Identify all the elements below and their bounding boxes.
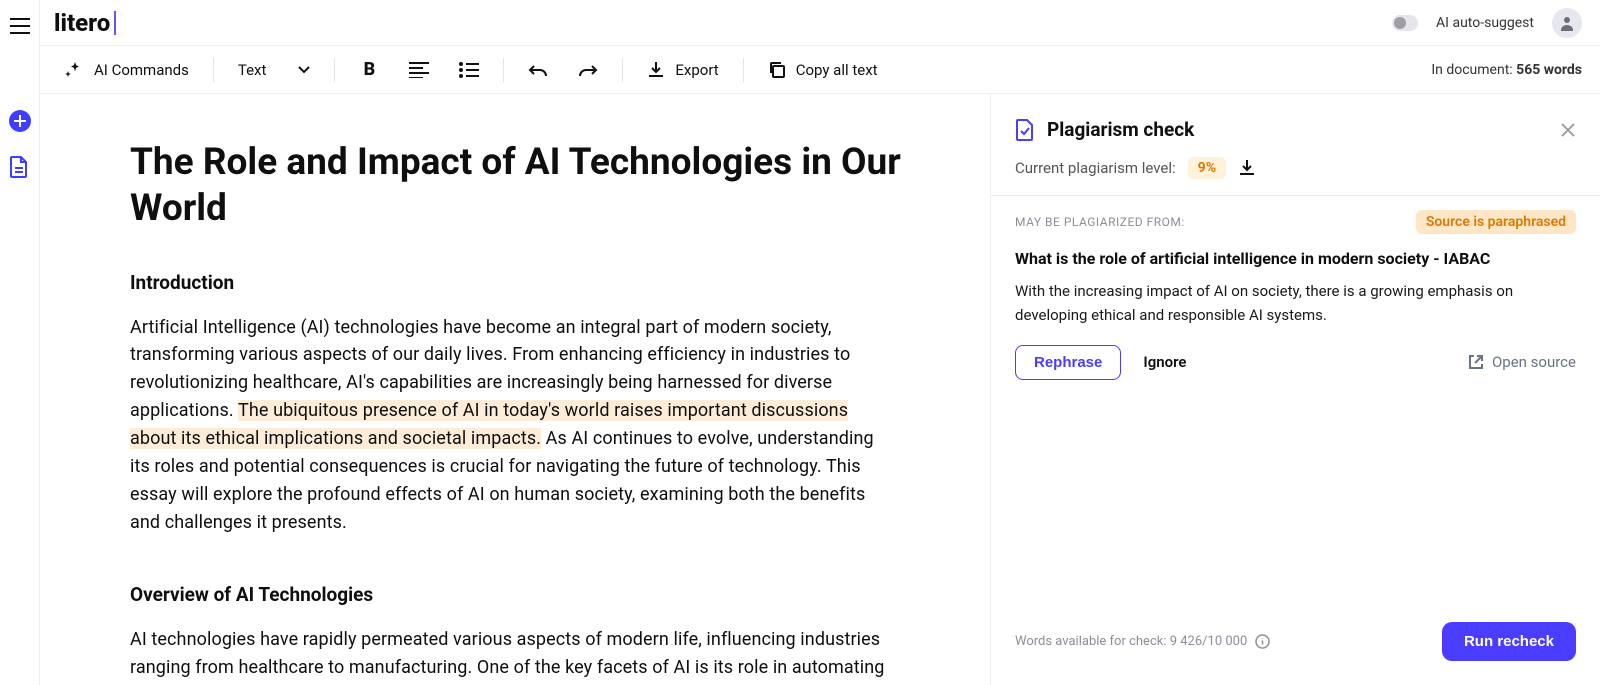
panel-title: Plagiarism check bbox=[1015, 118, 1194, 141]
plagiarism-panel: Plagiarism check Current plagiarism leve… bbox=[990, 94, 1600, 685]
section-heading[interactable]: Overview of AI Technologies bbox=[130, 583, 920, 606]
block-type-value: Text bbox=[238, 61, 267, 79]
document-icon bbox=[9, 156, 29, 178]
ai-autosuggest-label: AI auto-suggest bbox=[1436, 15, 1534, 31]
ai-commands-button[interactable]: AI Commands bbox=[54, 54, 199, 86]
documents-button[interactable] bbox=[9, 156, 31, 178]
current-level-label: Current plagiarism level: bbox=[1015, 159, 1176, 177]
open-source-button[interactable]: Open source bbox=[1468, 353, 1576, 371]
block-type-select[interactable]: Text bbox=[228, 55, 321, 85]
close-panel-button[interactable] bbox=[1560, 122, 1576, 138]
plus-icon bbox=[14, 115, 26, 127]
undo-icon bbox=[528, 63, 548, 77]
document-title[interactable]: The Role and Impact of AI Technologies i… bbox=[130, 140, 920, 233]
words-quota-text: Words available for check: 9 426/10 000 bbox=[1015, 634, 1247, 649]
source-excerpt: With the increasing impact of AI on soci… bbox=[1015, 280, 1576, 327]
words-quota: Words available for check: 9 426/10 000 bbox=[1015, 634, 1270, 649]
shield-check-icon bbox=[1015, 119, 1035, 141]
word-count-label: In document: bbox=[1431, 62, 1512, 78]
export-label: Export bbox=[675, 61, 718, 79]
copy-icon bbox=[768, 61, 786, 79]
toolbar-separator bbox=[334, 58, 335, 82]
brand-cursor-icon bbox=[114, 11, 116, 35]
plagiarism-percent-badge: 9% bbox=[1188, 157, 1226, 179]
toolbar-separator bbox=[503, 58, 504, 82]
brand-logo[interactable]: litero bbox=[54, 9, 116, 37]
download-report-button[interactable] bbox=[1238, 159, 1256, 177]
open-source-label: Open source bbox=[1492, 353, 1576, 371]
toolbar-separator bbox=[622, 58, 623, 82]
rephrase-button[interactable]: Rephrase bbox=[1015, 345, 1121, 380]
user-icon bbox=[1559, 15, 1575, 31]
chevron-down-icon bbox=[298, 66, 310, 74]
align-button[interactable] bbox=[399, 56, 439, 84]
section-heading[interactable]: Introduction bbox=[130, 271, 920, 294]
panel-title-text: Plagiarism check bbox=[1047, 118, 1194, 141]
list-button[interactable] bbox=[449, 56, 489, 84]
redo-button[interactable] bbox=[568, 57, 608, 83]
redo-icon bbox=[578, 63, 598, 77]
bold-button[interactable]: B bbox=[349, 54, 389, 86]
align-left-icon bbox=[409, 62, 429, 78]
section-body[interactable]: AI technologies have rapidly permeated v… bbox=[130, 626, 890, 685]
external-link-icon bbox=[1468, 354, 1484, 370]
export-button[interactable]: Export bbox=[637, 55, 728, 85]
info-icon[interactable] bbox=[1255, 634, 1270, 649]
source-title: What is the role of artificial intellige… bbox=[1015, 248, 1576, 270]
word-count-value: 565 words bbox=[1516, 62, 1582, 78]
editor-toolbar: AI Commands Text B bbox=[40, 46, 1600, 94]
main-column: litero AI auto-suggest AI Commands bbox=[40, 0, 1600, 685]
sparkles-icon bbox=[64, 60, 84, 80]
bold-icon: B bbox=[359, 60, 379, 80]
undo-button[interactable] bbox=[518, 57, 558, 83]
may-be-plagiarized-label: MAY BE PLAGIARIZED FROM: bbox=[1015, 215, 1185, 229]
run-recheck-button[interactable]: Run recheck bbox=[1442, 622, 1576, 661]
section-overview: Overview of AI Technologies AI technolog… bbox=[130, 583, 920, 685]
section-body[interactable]: Artificial Intelligence (AI) technologie… bbox=[130, 314, 890, 537]
document-editor[interactable]: The Role and Impact of AI Technologies i… bbox=[40, 94, 990, 685]
brand-text: litero bbox=[54, 9, 110, 37]
hamburger-menu-button[interactable] bbox=[8, 14, 32, 38]
ai-autosuggest-toggle[interactable] bbox=[1392, 15, 1418, 31]
download-icon bbox=[647, 61, 665, 79]
word-count: In document: 565 words bbox=[1431, 62, 1582, 78]
paraphrased-chip: Source is paraphrased bbox=[1416, 210, 1576, 234]
app-header: litero AI auto-suggest bbox=[40, 0, 1600, 46]
copy-all-button[interactable]: Copy all text bbox=[758, 55, 888, 85]
ai-commands-label: AI Commands bbox=[94, 61, 189, 79]
hamburger-icon bbox=[10, 18, 30, 34]
copy-all-label: Copy all text bbox=[796, 61, 878, 79]
avatar[interactable] bbox=[1552, 8, 1582, 38]
left-rail bbox=[0, 0, 40, 685]
panel-divider bbox=[991, 195, 1600, 196]
new-document-button[interactable] bbox=[9, 110, 31, 132]
download-icon bbox=[1238, 159, 1256, 177]
toolbar-separator bbox=[743, 58, 744, 82]
close-icon bbox=[1560, 122, 1576, 138]
section-introduction: Introduction Artificial Intelligence (AI… bbox=[130, 271, 920, 537]
toolbar-separator bbox=[213, 58, 214, 82]
ignore-button[interactable]: Ignore bbox=[1143, 353, 1186, 371]
list-icon bbox=[459, 62, 479, 78]
workspace: The Role and Impact of AI Technologies i… bbox=[40, 94, 1600, 685]
